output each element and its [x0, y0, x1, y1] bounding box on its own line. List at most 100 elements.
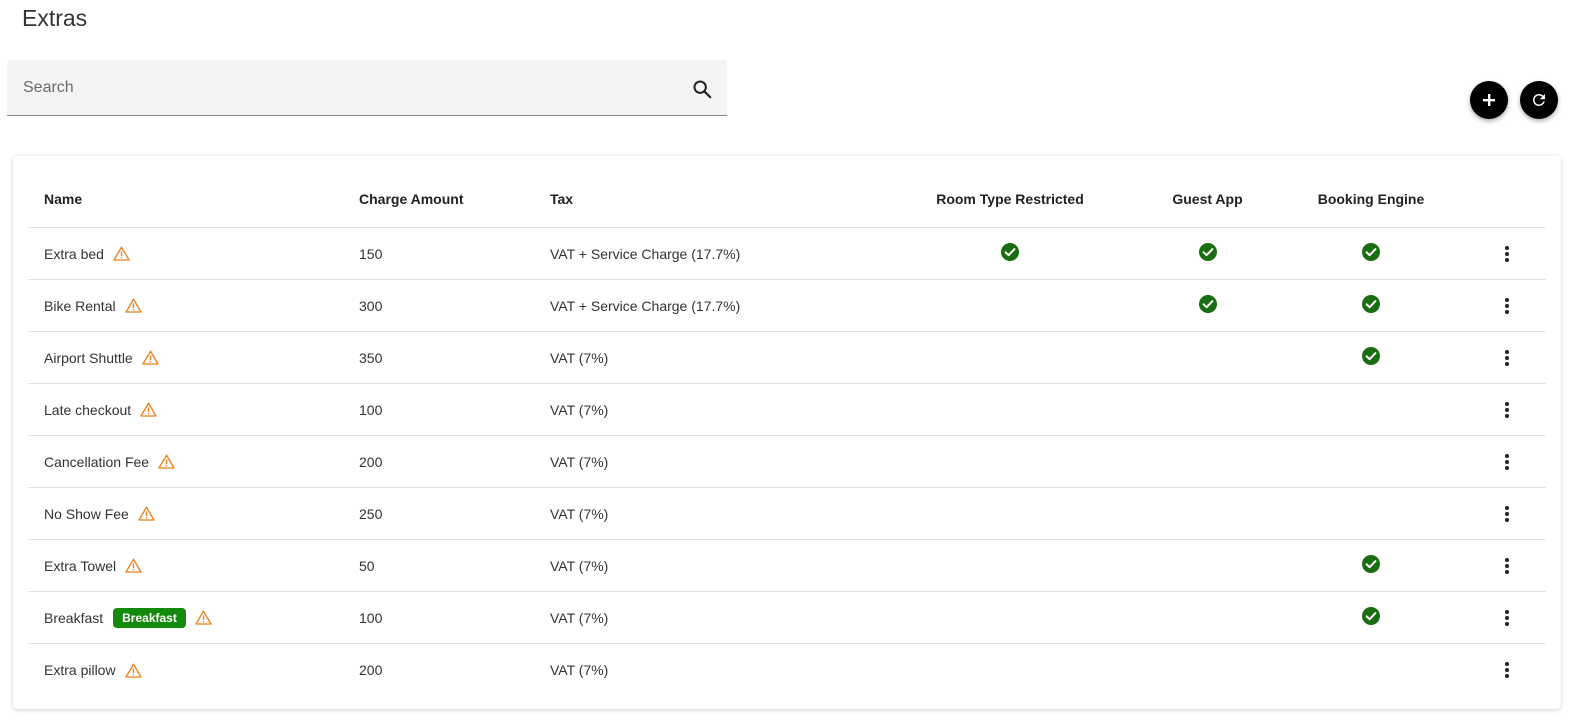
cell-name: Late checkout [28, 383, 359, 436]
cell-guest [1140, 227, 1275, 280]
more-vert-icon[interactable] [1497, 348, 1517, 368]
column-header-guest-app[interactable]: Guest App [1140, 171, 1275, 228]
cell-actions [1467, 487, 1546, 540]
cell-room [880, 383, 1140, 436]
add-extra-button[interactable] [1470, 81, 1508, 119]
cell-room [880, 331, 1140, 384]
more-vert-icon[interactable] [1497, 504, 1517, 524]
extra-name: Airport Shuttle [44, 349, 133, 366]
cell-name: Extra bed [28, 227, 359, 280]
table-row[interactable]: Extra bed 150 VAT + Service Charge (17.7%) [28, 227, 1546, 280]
cell-tax: VAT + Service Charge (17.7%) [550, 227, 880, 280]
table-row[interactable]: Extra Towel 50 VAT (7%) [28, 539, 1546, 592]
warning-icon [125, 558, 142, 573]
more-vert-icon[interactable] [1497, 608, 1517, 628]
cell-name: Airport Shuttle [28, 331, 359, 384]
cell-guest [1140, 279, 1275, 332]
cell-actions [1467, 539, 1546, 592]
check-circle-icon [1198, 294, 1218, 314]
cell-booking [1275, 591, 1467, 644]
cell-room [880, 435, 1140, 488]
cell-charge-amount: 150 [359, 227, 550, 280]
cell-tax: VAT (7%) [550, 331, 880, 384]
more-vert-icon[interactable] [1497, 400, 1517, 420]
refresh-button[interactable] [1520, 81, 1558, 119]
table-row[interactable]: Extra pillow 200 VAT (7%) [28, 644, 1546, 697]
page-title: Extras [22, 5, 88, 31]
cell-actions [1467, 644, 1546, 697]
cell-guest [1140, 331, 1275, 384]
cell-tax: VAT (7%) [550, 435, 880, 488]
more-vert-icon[interactable] [1497, 296, 1517, 316]
cell-guest [1140, 435, 1275, 488]
cell-booking [1275, 487, 1467, 540]
more-vert-icon[interactable] [1497, 244, 1517, 264]
cell-actions [1467, 279, 1546, 332]
table-row[interactable]: Airport Shuttle 350 VAT (7%) [28, 331, 1546, 384]
column-header-room-type-restricted[interactable]: Room Type Restricted [880, 171, 1140, 228]
column-header-name[interactable]: Name [28, 171, 359, 228]
cell-guest [1140, 539, 1275, 592]
cell-room [880, 539, 1140, 592]
cell-tax: VAT (7%) [550, 539, 880, 592]
warning-icon [195, 610, 212, 625]
cell-name: Breakfast Breakfast [28, 591, 359, 644]
cell-charge-amount: 100 [359, 383, 550, 436]
cell-booking [1275, 644, 1467, 697]
cell-actions [1467, 591, 1546, 644]
cell-room [880, 227, 1140, 280]
warning-icon [124, 298, 142, 313]
table-row[interactable]: Late checkout 100 VAT (7%) [28, 383, 1546, 436]
extra-name: Extra bed [44, 245, 104, 262]
cell-booking [1275, 279, 1467, 332]
category-badge: Breakfast [113, 607, 186, 628]
cell-name: No Show Fee [28, 487, 359, 540]
check-circle-icon [1361, 346, 1381, 366]
cell-charge-amount: 350 [359, 331, 550, 384]
extra-name: No Show Fee [44, 505, 129, 522]
plus-icon [1483, 94, 1495, 106]
cell-room [880, 644, 1140, 697]
cell-tax: VAT + Service Charge (17.7%) [550, 279, 880, 332]
check-circle-icon [1000, 242, 1020, 262]
search-field[interactable] [7, 60, 727, 116]
cell-room [880, 591, 1140, 644]
search-input[interactable] [23, 60, 673, 115]
check-circle-icon [1361, 554, 1381, 574]
cell-tax: VAT (7%) [550, 662, 609, 678]
cell-booking [1275, 435, 1467, 488]
warning-icon [142, 350, 159, 365]
warning-icon [113, 246, 130, 261]
cell-charge-amount: 200 [359, 662, 383, 678]
cell-charge-amount: 300 [359, 279, 550, 332]
check-circle-icon [1361, 294, 1381, 314]
cell-booking [1275, 331, 1467, 384]
cell-name: Cancellation Fee [28, 435, 359, 488]
table-row[interactable]: Bike Rental 300 VAT + Service Charge (17.7… [28, 279, 1546, 332]
refresh-icon [1533, 94, 1545, 106]
column-header-charge-amount[interactable]: Charge Amount [359, 171, 550, 228]
search-icon[interactable] [691, 78, 713, 100]
more-vert-icon[interactable] [1497, 660, 1517, 680]
more-vert-icon[interactable] [1497, 556, 1517, 576]
warning-icon [124, 663, 142, 678]
cell-tax: VAT (7%) [550, 591, 880, 644]
warning-icon [140, 402, 157, 417]
cell-name: Extra Towel [28, 539, 359, 592]
table-row[interactable]: Cancellation Fee 200 VAT (7%) [28, 435, 1546, 488]
check-circle-icon [1198, 242, 1218, 262]
column-header-tax[interactable]: Tax [550, 171, 880, 228]
cell-charge-amount: 200 [359, 435, 550, 488]
cell-actions [1467, 435, 1546, 488]
cell-booking [1275, 539, 1467, 592]
check-circle-icon [1361, 242, 1381, 262]
cell-actions [1467, 331, 1546, 384]
column-header-booking-engine[interactable]: Booking Engine [1275, 171, 1467, 228]
more-vert-icon[interactable] [1497, 452, 1517, 472]
table-row[interactable]: Breakfast Breakfast 100 VAT (7%) [28, 591, 1546, 644]
cell-guest [1140, 487, 1275, 540]
extra-name: Bike Rental [44, 297, 116, 314]
table-row[interactable]: No Show Fee 250 VAT (7%) [28, 487, 1546, 540]
extra-name: Breakfast [44, 609, 104, 626]
cell-actions [1467, 227, 1546, 280]
